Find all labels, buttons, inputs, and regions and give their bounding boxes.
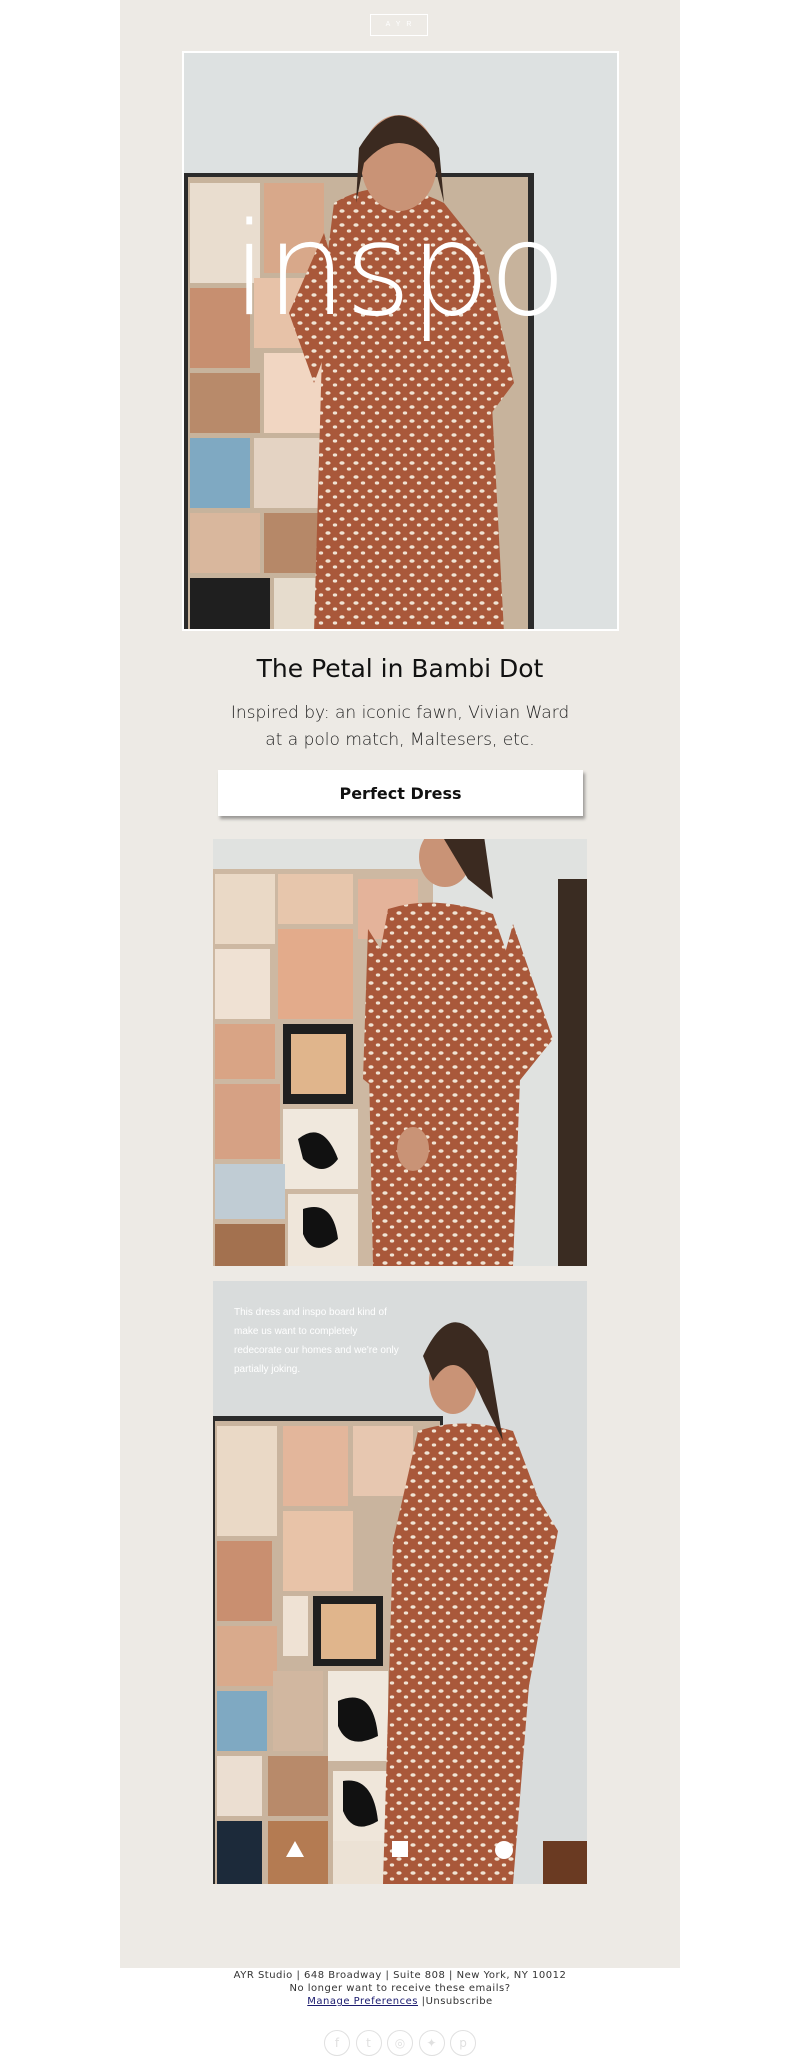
inspo-overlay-text: inspo — [232, 196, 567, 345]
photo-caption: This dress and inspo board kind of make … — [234, 1307, 399, 1375]
footer-no-longer-text: No longer want to receive these emails? — [289, 1983, 511, 1994]
square-icon[interactable] — [392, 1841, 408, 1862]
facebook-icon[interactable]: f — [324, 2030, 350, 2056]
footer-separator: | — [418, 1996, 426, 2007]
product-photo-3[interactable]: This dress and inspo board kind of make … — [213, 1281, 587, 1884]
product-photo-2[interactable] — [213, 839, 587, 1266]
product-title: The Petal in Bambi Dot — [256, 654, 544, 683]
footer-address: AYR Studio | 648 Broadway | Suite 808 | … — [233, 1970, 567, 1981]
pinterest-icon[interactable]: p — [450, 2030, 476, 2056]
email-container: AYR inspo The Petal in Bambi Dot Inspire… — [120, 0, 680, 1968]
perfect-dress-button[interactable]: Perfect Dress — [218, 770, 583, 816]
circle-icon[interactable] — [495, 1841, 513, 1864]
product-subtitle: Inspired by: an iconic fawn, Vivian Ward… — [230, 703, 570, 750]
footer-links: Manage Preferences |Unsubscribe — [0, 1996, 800, 2007]
social-icons: f t ◎ ✦ p — [324, 2030, 476, 2056]
twitter-icon[interactable]: ✦ — [418, 2030, 445, 2056]
tumblr-icon[interactable]: t — [355, 2030, 382, 2056]
triangle-icon[interactable] — [286, 1841, 304, 1862]
manage-preferences-link[interactable]: Manage Preferences — [307, 1996, 418, 2007]
unsubscribe-link[interactable]: Unsubscribe — [426, 1996, 493, 2007]
hero-image[interactable]: inspo — [182, 51, 619, 631]
photo-2-image — [213, 839, 587, 1266]
ayr-logo[interactable]: AYR — [370, 14, 428, 36]
instagram-icon[interactable]: ◎ — [387, 2030, 413, 2056]
